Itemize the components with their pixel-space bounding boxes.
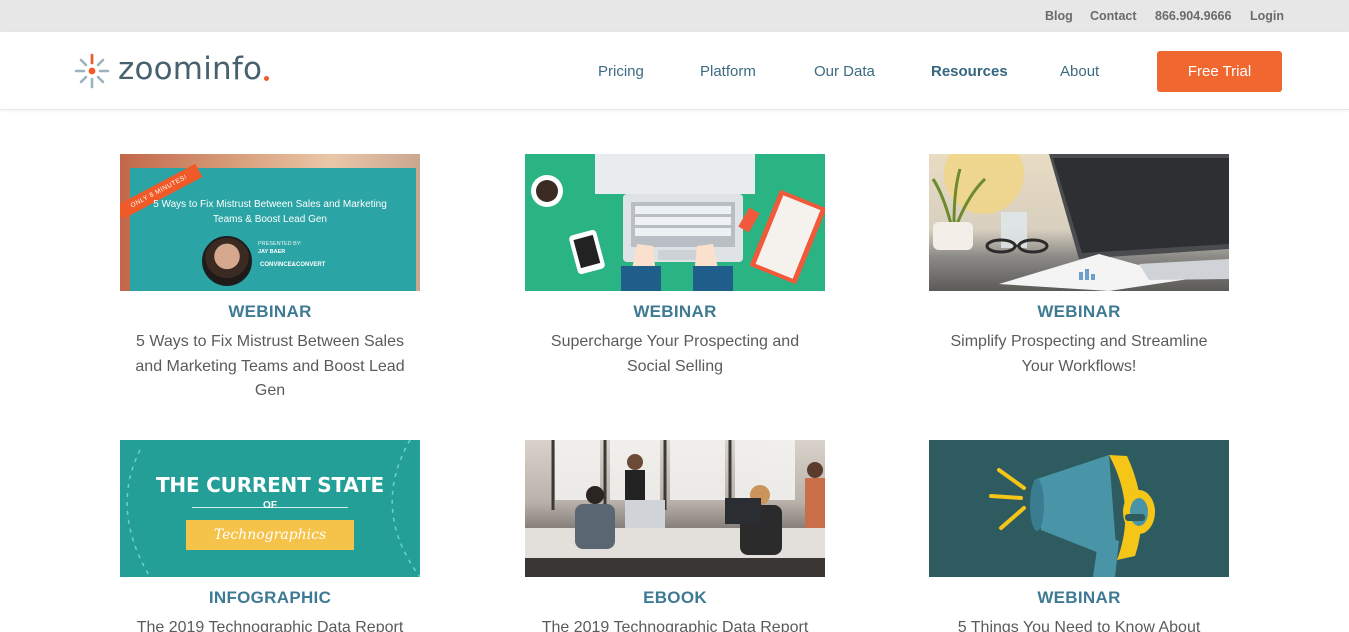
card-thumbnail[interactable] xyxy=(929,154,1229,291)
card-title[interactable]: 5 Ways to Fix Mistrust Between Sales and… xyxy=(120,330,420,404)
card-thumbnail[interactable]: ONLY 8 MINUTES! 5 Ways to Fix Mistrust B… xyxy=(120,154,420,291)
card-thumbnail[interactable] xyxy=(525,440,825,577)
nav-pricing[interactable]: Pricing xyxy=(598,63,644,80)
thumbnail-of: OF xyxy=(263,500,277,511)
thumbnail-brand: CONVINCE&CONVERT xyxy=(260,262,326,268)
nav-platform[interactable]: Platform xyxy=(700,63,756,80)
card-title[interactable]: Simplify Prospecting and Streamline Your… xyxy=(929,330,1229,379)
card-thumbnail[interactable] xyxy=(929,440,1229,577)
card-category: INFOGRAPHIC xyxy=(208,588,332,607)
thumbnail-headline: 5 Ways to Fix Mistrust Between Sales and… xyxy=(153,199,387,225)
card-title[interactable]: Supercharge Your Prospecting and Social … xyxy=(525,330,825,379)
nav-resources[interactable]: Resources xyxy=(931,63,1008,80)
card-title[interactable]: 5 Things You Need to Know About xyxy=(929,616,1229,632)
card-category: WEBINAR xyxy=(228,302,312,321)
card-title[interactable]: The 2019 Technographic Data Report xyxy=(120,616,420,632)
card-thumbnail[interactable] xyxy=(525,154,825,291)
main-header: zoominfo Pricing Platform Our Data Resou… xyxy=(0,32,1349,110)
nav-about[interactable]: About xyxy=(1060,63,1099,80)
thumbnail-headline: THE CURRENT STATE xyxy=(155,473,385,497)
laptop-desk-illustration xyxy=(531,154,825,291)
utility-link-contact[interactable]: Contact xyxy=(1090,9,1137,23)
card-thumbnail[interactable]: THE CURRENT STATE OF Technographics xyxy=(120,440,420,577)
logo-wordmark: zoominfo xyxy=(118,51,263,87)
nav-our-data[interactable]: Our Data xyxy=(814,63,875,80)
card-title[interactable]: The 2019 Technographic Data Report xyxy=(525,616,825,632)
zoominfo-logo[interactable]: zoominfo xyxy=(74,51,270,91)
card-category: EBOOK xyxy=(643,588,707,607)
free-trial-button[interactable]: Free Trial xyxy=(1157,51,1282,92)
divider-right xyxy=(268,507,348,508)
utility-bar: Blog Contact 866.904.9666 Login xyxy=(0,0,1349,32)
sunburst-logo-icon xyxy=(74,53,110,89)
presenter-name: JAY BAER xyxy=(258,249,286,255)
thumbnail-banner: Technographics xyxy=(186,520,354,550)
presenter-photo xyxy=(202,236,252,286)
desk-workspace-photo xyxy=(931,154,1229,291)
card-category: WEBINAR xyxy=(1037,588,1121,607)
utility-link-blog[interactable]: Blog xyxy=(1045,9,1073,23)
utility-link-phone[interactable]: 866.904.9666 xyxy=(1155,9,1231,23)
utility-link-login[interactable]: Login xyxy=(1250,9,1284,23)
card-category: WEBINAR xyxy=(1037,302,1121,321)
thumbnail-presenter-block: PRESENTED BY: JAY BAER xyxy=(258,240,302,256)
logo-dot xyxy=(264,75,270,81)
office-meeting-photo xyxy=(525,440,825,577)
card-category: WEBINAR xyxy=(633,302,717,321)
megaphone-icon xyxy=(989,455,1155,577)
presented-by-label: PRESENTED BY: xyxy=(258,241,302,247)
